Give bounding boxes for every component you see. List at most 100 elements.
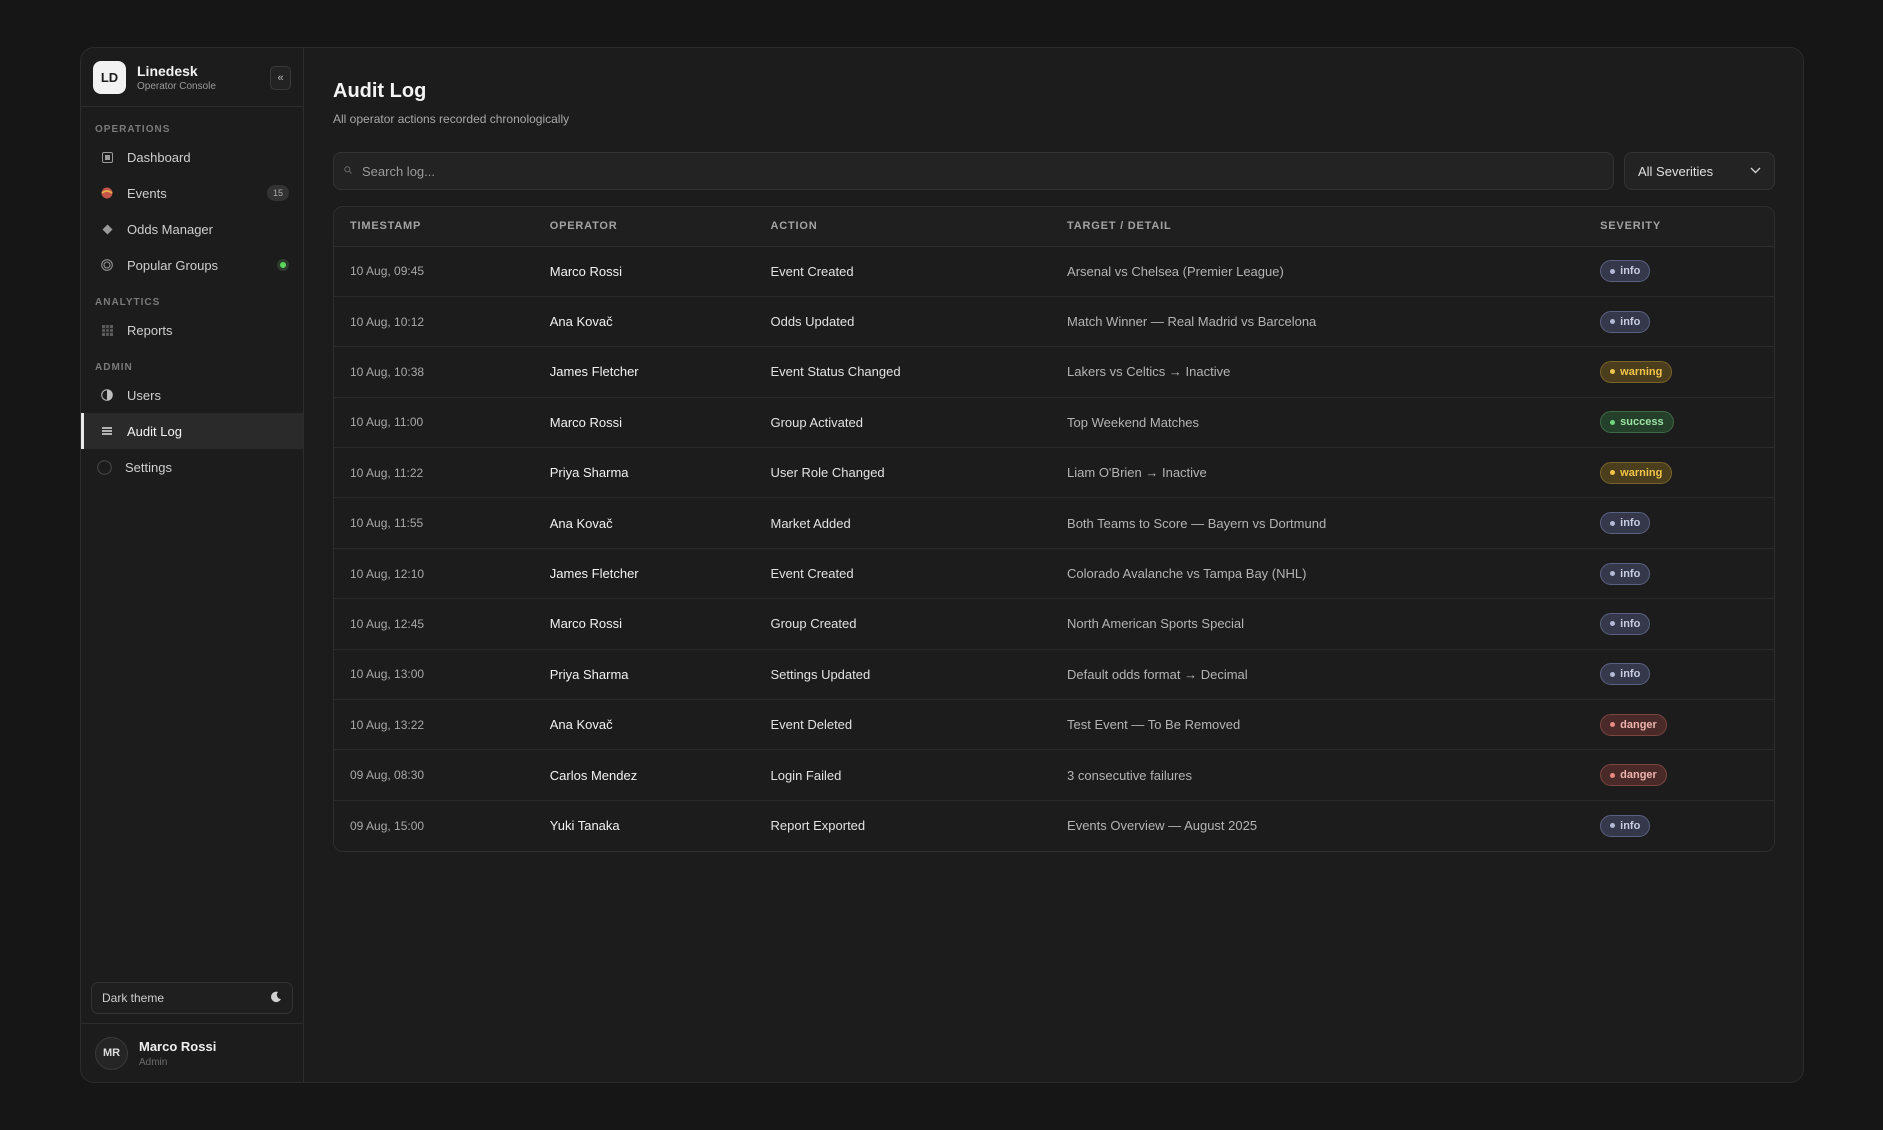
action-cell: Settings Updated bbox=[770, 666, 871, 682]
table-row[interactable]: 10 Aug, 11:00 Marco Rossi Group Activated T… bbox=[334, 397, 1774, 448]
severity-badge: info bbox=[1600, 512, 1651, 535]
target-cell: Arsenal vs Chelsea (Premier League) bbox=[1067, 263, 1284, 279]
current-user[interactable]: MR Marco Rossi Admin bbox=[81, 1023, 303, 1082]
collapse-sidebar-button[interactable]: « bbox=[270, 66, 291, 90]
sidebar-item-label: Settings bbox=[125, 459, 172, 475]
severity-filter-select[interactable]: All Severities bbox=[1624, 152, 1775, 190]
severity-cell: info bbox=[1584, 498, 1774, 548]
sidebar-item-label: Users bbox=[127, 387, 161, 403]
severity-label: info bbox=[1620, 617, 1641, 630]
severity-cell: success bbox=[1584, 397, 1774, 447]
action-cell: Group Created bbox=[770, 616, 857, 632]
timestamp-cell: 09 Aug, 08:30 bbox=[350, 768, 425, 783]
sidebar-item-events[interactable]: Events 15 bbox=[81, 175, 303, 211]
severity-dot-icon bbox=[1610, 671, 1616, 677]
audit-icon bbox=[101, 425, 113, 437]
user-role: Admin bbox=[139, 1056, 168, 1068]
brand-name: Linedesk bbox=[137, 62, 198, 79]
section-analytics: ANALYTICS bbox=[95, 297, 161, 308]
table-row[interactable]: 10 Aug, 11:55 Ana Kovač Market Added Both T… bbox=[334, 498, 1774, 549]
table-row[interactable]: 10 Aug, 09:45 Marco Rossi Event Created Ars… bbox=[334, 246, 1774, 297]
target-cell: Colorado Avalanche vs Tampa Bay (NHL) bbox=[1067, 566, 1307, 582]
sidebar-item-settings[interactable]: Settings bbox=[81, 449, 303, 485]
brand-header: LD Linedesk Operator Console « bbox=[81, 48, 303, 107]
table-row[interactable]: 10 Aug, 10:38 James Fletcher Event Status … bbox=[334, 347, 1774, 398]
column-header-severity[interactable]: SEVERITY bbox=[1584, 207, 1774, 247]
action-cell: Odds Updated bbox=[770, 314, 855, 330]
sidebar-item-label: Audit Log bbox=[127, 423, 182, 439]
severity-dot-icon bbox=[1610, 823, 1616, 829]
severity-cell: danger bbox=[1584, 700, 1774, 750]
sidebar-item-reports[interactable]: Reports bbox=[81, 312, 303, 348]
column-header-operator[interactable]: OPERATOR bbox=[533, 207, 755, 247]
severity-dot-icon bbox=[1610, 621, 1616, 627]
table-row[interactable]: 10 Aug, 12:45 Marco Rossi Group Created Nor… bbox=[334, 599, 1774, 650]
action-cell: Event Created bbox=[770, 263, 854, 279]
timestamp-cell: 10 Aug, 13:22 bbox=[350, 717, 425, 732]
severity-label: warning bbox=[1620, 466, 1663, 479]
action-cell: Market Added bbox=[770, 515, 851, 531]
operator-cell: Marco Rossi bbox=[549, 616, 623, 632]
timestamp-cell: 10 Aug, 11:22 bbox=[350, 465, 424, 480]
status-online-dot bbox=[277, 259, 289, 271]
theme-toggle[interactable]: Dark theme bbox=[91, 982, 293, 1014]
timestamp-cell: 10 Aug, 09:45 bbox=[350, 264, 425, 279]
severity-label: success bbox=[1620, 416, 1664, 429]
severity-badge: success bbox=[1600, 411, 1674, 434]
sidebar-item-popular-groups[interactable]: Popular Groups bbox=[81, 247, 303, 283]
timestamp-cell: 10 Aug, 11:55 bbox=[350, 516, 424, 531]
timestamp-cell: 10 Aug, 12:45 bbox=[350, 616, 425, 631]
table-row[interactable]: 10 Aug, 13:22 Ana Kovač Event Deleted Test … bbox=[334, 700, 1774, 750]
column-header-target[interactable]: TARGET / DETAIL bbox=[1051, 207, 1585, 247]
search-box[interactable] bbox=[333, 152, 1614, 190]
severity-dot-icon bbox=[1610, 470, 1616, 476]
sidebar-item-label: Events bbox=[127, 185, 167, 201]
operator-cell: Priya Sharma bbox=[549, 666, 629, 682]
sidebar-item-label: Dashboard bbox=[127, 149, 191, 165]
table-row[interactable]: 10 Aug, 13:00 Priya Sharma Settings Update… bbox=[334, 649, 1774, 700]
table-row[interactable]: 09 Aug, 15:00 Yuki Tanaka Report Exported E… bbox=[334, 800, 1774, 850]
column-header-action[interactable]: ACTION bbox=[754, 207, 1052, 247]
settings-icon bbox=[97, 459, 112, 475]
operator-cell: Carlos Mendez bbox=[549, 767, 638, 783]
table-row[interactable]: 10 Aug, 10:12 Ana Kovač Odds Updated Match … bbox=[334, 296, 1774, 347]
timestamp-cell: 09 Aug, 15:00 bbox=[350, 818, 425, 833]
sidebar: LD Linedesk Operator Console « OPERATION… bbox=[81, 48, 304, 1082]
main-content: Audit Log All operator actions recorded … bbox=[304, 48, 1803, 1082]
sidebar-item-users[interactable]: Users bbox=[81, 377, 303, 413]
action-cell: Event Status Changed bbox=[770, 364, 901, 380]
target-cell: Top Weekend Matches bbox=[1067, 414, 1200, 430]
action-cell: Event Deleted bbox=[770, 717, 853, 733]
timestamp-cell: 10 Aug, 12:10 bbox=[350, 566, 425, 581]
target-cell: Liam O'Brien → Inactive bbox=[1067, 465, 1207, 481]
severity-cell: info bbox=[1584, 599, 1774, 649]
severity-label: info bbox=[1620, 315, 1641, 328]
severity-label: danger bbox=[1620, 718, 1657, 731]
table-row[interactable]: 10 Aug, 11:22 Priya Sharma User Role Chang… bbox=[334, 448, 1774, 498]
operator-cell: Marco Rossi bbox=[549, 263, 623, 279]
action-cell: Login Failed bbox=[770, 767, 842, 783]
search-input[interactable] bbox=[362, 163, 1603, 179]
table-header-row: TIMESTAMP OPERATOR ACTION TARGET / DETAI… bbox=[334, 207, 1774, 247]
severity-badge: warning bbox=[1600, 461, 1673, 484]
section-admin: ADMIN bbox=[95, 362, 133, 373]
sidebar-item-dashboard[interactable]: Dashboard bbox=[81, 139, 303, 175]
column-header-timestamp[interactable]: TIMESTAMP bbox=[334, 207, 534, 247]
severity-dot-icon bbox=[1610, 268, 1616, 274]
target-cell: Lakers vs Celtics → Inactive bbox=[1067, 364, 1231, 380]
severity-badge: danger bbox=[1600, 713, 1667, 736]
severity-badge: info bbox=[1600, 663, 1651, 686]
severity-badge: danger bbox=[1600, 764, 1667, 787]
user-name: Marco Rossi bbox=[139, 1038, 217, 1054]
target-cell: Test Event — To Be Removed bbox=[1067, 717, 1241, 733]
severity-dot-icon bbox=[1610, 419, 1616, 425]
table-row[interactable]: 09 Aug, 08:30 Carlos Mendez Login Failed 3 … bbox=[334, 750, 1774, 801]
sidebar-item-odds-manager[interactable]: Odds Manager bbox=[81, 211, 303, 247]
operator-cell: James Fletcher bbox=[549, 566, 639, 582]
action-cell: Report Exported bbox=[770, 818, 866, 834]
table-row[interactable]: 10 Aug, 12:10 James Fletcher Event Created… bbox=[334, 548, 1774, 599]
double-chevron-left-icon: « bbox=[277, 72, 284, 84]
target-cell: Both Teams to Score — Bayern vs Dortmund bbox=[1067, 515, 1327, 531]
sidebar-item-audit-log[interactable]: Audit Log bbox=[81, 413, 303, 449]
users-icon bbox=[101, 389, 113, 401]
